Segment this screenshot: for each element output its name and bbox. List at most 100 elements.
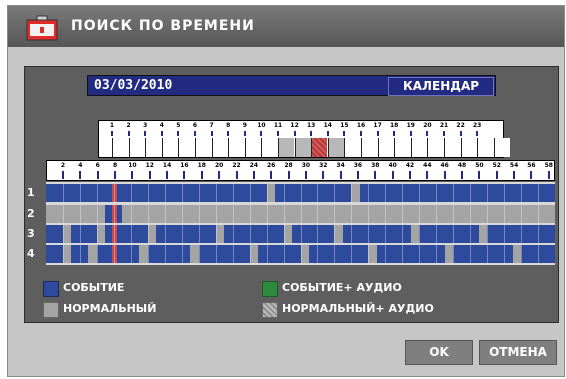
hour-cell[interactable] [128, 138, 145, 157]
channel-3-segment-normal[interactable] [215, 225, 225, 243]
title-bar: ПОИСК ПО ВРЕМЕНИ [8, 6, 564, 47]
grid-divider [368, 184, 370, 202]
grid-divider [147, 245, 149, 263]
hour-label: 16 [356, 122, 366, 129]
legend-normal-swatch [43, 302, 59, 318]
channel-3-segment-normal[interactable] [62, 225, 72, 243]
channel-1-segment-normal[interactable] [266, 184, 276, 202]
hour-cell[interactable] [394, 138, 411, 157]
hour-cell[interactable] [178, 138, 195, 157]
grid-divider [521, 205, 523, 223]
minute-tick [547, 171, 550, 179]
calendar-button[interactable]: КАЛЕНДАР [388, 77, 494, 96]
grid-divider [300, 245, 302, 263]
hour-tick [277, 131, 279, 136]
channel-4-segment-normal[interactable] [300, 245, 309, 263]
legend-event-audio-label: СОБЫТИЕ+ АУДИО [282, 281, 402, 294]
minute-label: 44 [423, 162, 432, 169]
grid-divider [79, 225, 81, 243]
channel-4-segment-normal[interactable] [62, 245, 72, 263]
minute-label: 58 [544, 162, 553, 169]
channel-3-segment-normal[interactable] [147, 225, 157, 243]
ok-button[interactable]: OK [405, 340, 473, 365]
channel-3-segment-normal[interactable] [96, 225, 106, 243]
grid-divider [96, 225, 98, 243]
hour-cell[interactable] [112, 138, 128, 157]
hour-cell[interactable] [145, 138, 162, 157]
channel-2-segment-normal[interactable] [130, 205, 555, 223]
selected-hour-cell[interactable] [311, 138, 328, 157]
minute-tick [478, 171, 481, 179]
grid-divider [487, 205, 489, 223]
hour-cell[interactable] [244, 138, 261, 157]
hour-label: 11 [273, 122, 283, 129]
hour-label: 4 [159, 122, 164, 129]
hour-cell[interactable] [228, 138, 245, 157]
hour-cell[interactable] [427, 138, 444, 157]
minutes-ruler[interactable]: 2 4 6 8 10 12 14 16 18 20 22 24 26 28 30 32 34 36 38 40 42 44… [46, 160, 555, 181]
grid-divider [385, 184, 387, 202]
grid-divider [300, 225, 302, 243]
date-display[interactable]: 03/03/2010 [94, 78, 172, 93]
hour-cell[interactable] [327, 138, 344, 157]
hour-cell[interactable] [477, 138, 494, 157]
grid-divider [300, 184, 302, 202]
minute-label: 8 [112, 162, 118, 169]
channel-3-segment-normal[interactable] [478, 225, 488, 243]
minute-label: 52 [492, 162, 501, 169]
cancel-button[interactable]: ОТМЕНА [479, 340, 557, 365]
grid-divider [62, 205, 64, 223]
hour-label: 2 [126, 122, 131, 129]
grid-divider [266, 225, 268, 243]
hour-cell[interactable] [278, 138, 294, 157]
grid-divider [317, 184, 319, 202]
hour-cell[interactable] [493, 138, 510, 157]
grid-divider [198, 245, 200, 263]
grid-divider [79, 184, 81, 202]
channel-timeline-grid[interactable] [46, 182, 555, 265]
hour-cell[interactable] [460, 138, 477, 157]
grid-divider [198, 225, 200, 243]
minute-label: 34 [336, 162, 345, 169]
minute-label: 10 [128, 162, 137, 169]
grid-divider [113, 225, 115, 243]
grid-divider [470, 184, 472, 202]
hour-cell[interactable] [444, 138, 460, 157]
minute-label: 24 [249, 162, 259, 169]
channel-4-segment-normal[interactable] [139, 245, 148, 263]
hour-label: 17 [373, 122, 382, 129]
hour-cell[interactable] [161, 138, 178, 157]
hour-tick [227, 131, 230, 136]
hour-cell[interactable] [377, 138, 394, 157]
channel-4-segment-normal[interactable] [249, 245, 259, 263]
channel-3-segment-normal[interactable] [334, 225, 343, 243]
legend-event-swatch [43, 281, 59, 297]
channel-4-segment-normal[interactable] [368, 245, 377, 263]
hour-cell[interactable] [195, 138, 211, 157]
channel-4-segment-normal[interactable] [88, 245, 97, 263]
hour-cell[interactable] [410, 138, 427, 157]
channel-3-segment-normal[interactable] [283, 225, 292, 243]
channel-1-segment-normal[interactable] [351, 184, 360, 202]
hour-cell[interactable] [294, 138, 311, 157]
channel-4-segment-normal[interactable] [512, 245, 522, 263]
minute-label: 28 [284, 162, 293, 169]
hour-cell[interactable] [211, 138, 228, 157]
hours-ruler[interactable]: 1 2 3 4 5 6 7 8 9 10 11 12 13 14 15 16 17 18 19 20 21 22 23 [98, 120, 510, 158]
hour-cell[interactable] [361, 138, 377, 157]
channel-3-segment-normal[interactable] [410, 225, 420, 243]
grid-divider [164, 225, 166, 243]
hour-tick [326, 131, 329, 136]
grid-divider [385, 205, 387, 223]
channel-4-segment-normal[interactable] [444, 245, 454, 263]
hour-tick [177, 131, 180, 136]
hour-tick [409, 131, 412, 136]
grid-divider [283, 184, 285, 202]
channel-4-segment-normal[interactable] [190, 245, 199, 263]
minute-tick [322, 171, 325, 179]
hour-cell[interactable] [344, 138, 361, 157]
hour-tick [343, 131, 346, 136]
grid-divider [181, 184, 183, 202]
hour-label: 5 [176, 122, 181, 129]
hour-cell[interactable] [261, 138, 278, 157]
